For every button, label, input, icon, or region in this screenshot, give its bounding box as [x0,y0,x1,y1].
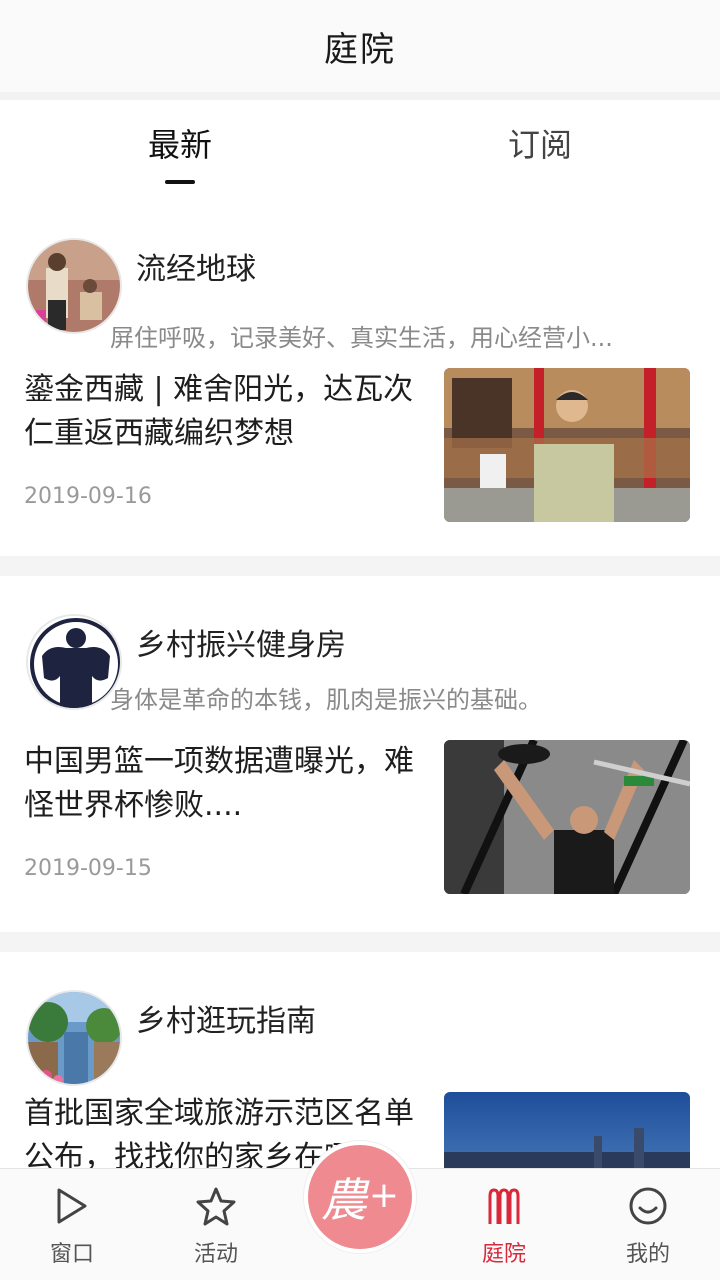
article-row[interactable]: 中国男篮一项数据遭曝光，难怪世界杯惨败.... 2019-09-15 [24,740,690,894]
avatar[interactable] [26,990,122,1086]
tabbar-label: 庭院 [481,1241,526,1267]
fence-icon [480,1182,528,1230]
tab-subscribe[interactable]: 订阅 [360,100,720,186]
tabbar-item-mine[interactable]: 我的 [576,1169,720,1280]
tab-active-indicator [165,180,195,184]
tabbar-label: 窗口 [49,1241,94,1267]
feed-list[interactable]: 流经地球 屏住呼吸，记录美好、真实生活，用心经营小... 鎏金西藏 | 难舍阳光… [0,200,720,1168]
author-name[interactable]: 流经地球 [136,244,256,288]
page-title: 庭院 [324,29,396,70]
article-date: 2019-09-15 [24,856,152,881]
avatar-canal-icon [28,992,120,1084]
app-header: 庭院 [0,0,720,92]
publish-button[interactable]: 農 + [304,1141,416,1253]
article-date: 2019-09-16 [24,484,152,509]
tab-latest[interactable]: 最新 [0,100,360,186]
feed-card[interactable]: 流经地球 屏住呼吸，记录美好、真实生活，用心经营小... 鎏金西藏 | 难舍阳光… [0,200,720,556]
avatar-bodybuilder-icon [28,616,120,708]
avatar[interactable] [26,238,122,334]
tabbar-item-activity[interactable]: 活动 [144,1169,288,1280]
article-title[interactable]: 鎏金西藏 | 难舍阳光，达瓦次仁重返西藏编织梦想 [24,368,424,456]
author-row[interactable]: 乡村逛玩指南 [26,990,316,1086]
card-separator [0,556,720,576]
author-name[interactable]: 乡村振兴健身房 [136,620,346,664]
center-button-slot: 農 + [288,1141,432,1280]
article-thumbnail[interactable] [444,1092,690,1168]
tabbar-label: 活动 [193,1241,238,1267]
feed-card[interactable]: 乡村逛玩指南 首批国家全域旅游示范区名单公布，找找你的家乡在哪... [0,952,720,1168]
author-name[interactable]: 乡村逛玩指南 [136,996,316,1040]
tab-latest-label: 最新 [147,126,212,164]
article-row[interactable]: 鎏金西藏 | 难舍阳光，达瓦次仁重返西藏编织梦想 2019-09-16 [24,368,690,522]
tabbar-item-courtyard[interactable]: 庭院 [432,1169,576,1280]
tab-subscribe-label: 订阅 [507,126,572,164]
smile-icon [624,1182,672,1230]
author-description: 屏住呼吸，记录美好、真实生活，用心经营小... [110,324,613,352]
feed-tabs: 最新 订阅 [0,92,720,186]
play-icon [48,1182,96,1230]
tabbar-label: 我的 [625,1241,670,1267]
author-description: 身体是革命的本钱，肌肉是振兴的基础。 [110,686,542,714]
star-icon [192,1182,240,1230]
article-photo-icon [444,1092,690,1168]
article-photo-icon [444,740,690,894]
card-separator [0,932,720,952]
publish-button-logo: 農 [320,1173,367,1227]
feed-card[interactable]: 乡村振兴健身房 身体是革命的本钱，肌肉是振兴的基础。 中国男篮一项数据遭曝光，难… [0,576,720,932]
article-thumbnail[interactable] [444,368,690,522]
article-photo-icon [444,368,690,522]
plus-icon: + [368,1174,400,1216]
tabbar-item-window[interactable]: 窗口 [0,1169,144,1280]
article-thumbnail[interactable] [444,740,690,894]
article-title[interactable]: 中国男篮一项数据遭曝光，难怪世界杯惨败.... [24,740,424,828]
avatar-photo-icon [28,240,120,332]
avatar[interactable] [26,614,122,710]
bottom-tab-bar: 窗口 活动 農 + 庭院 我的 [0,1141,720,1280]
